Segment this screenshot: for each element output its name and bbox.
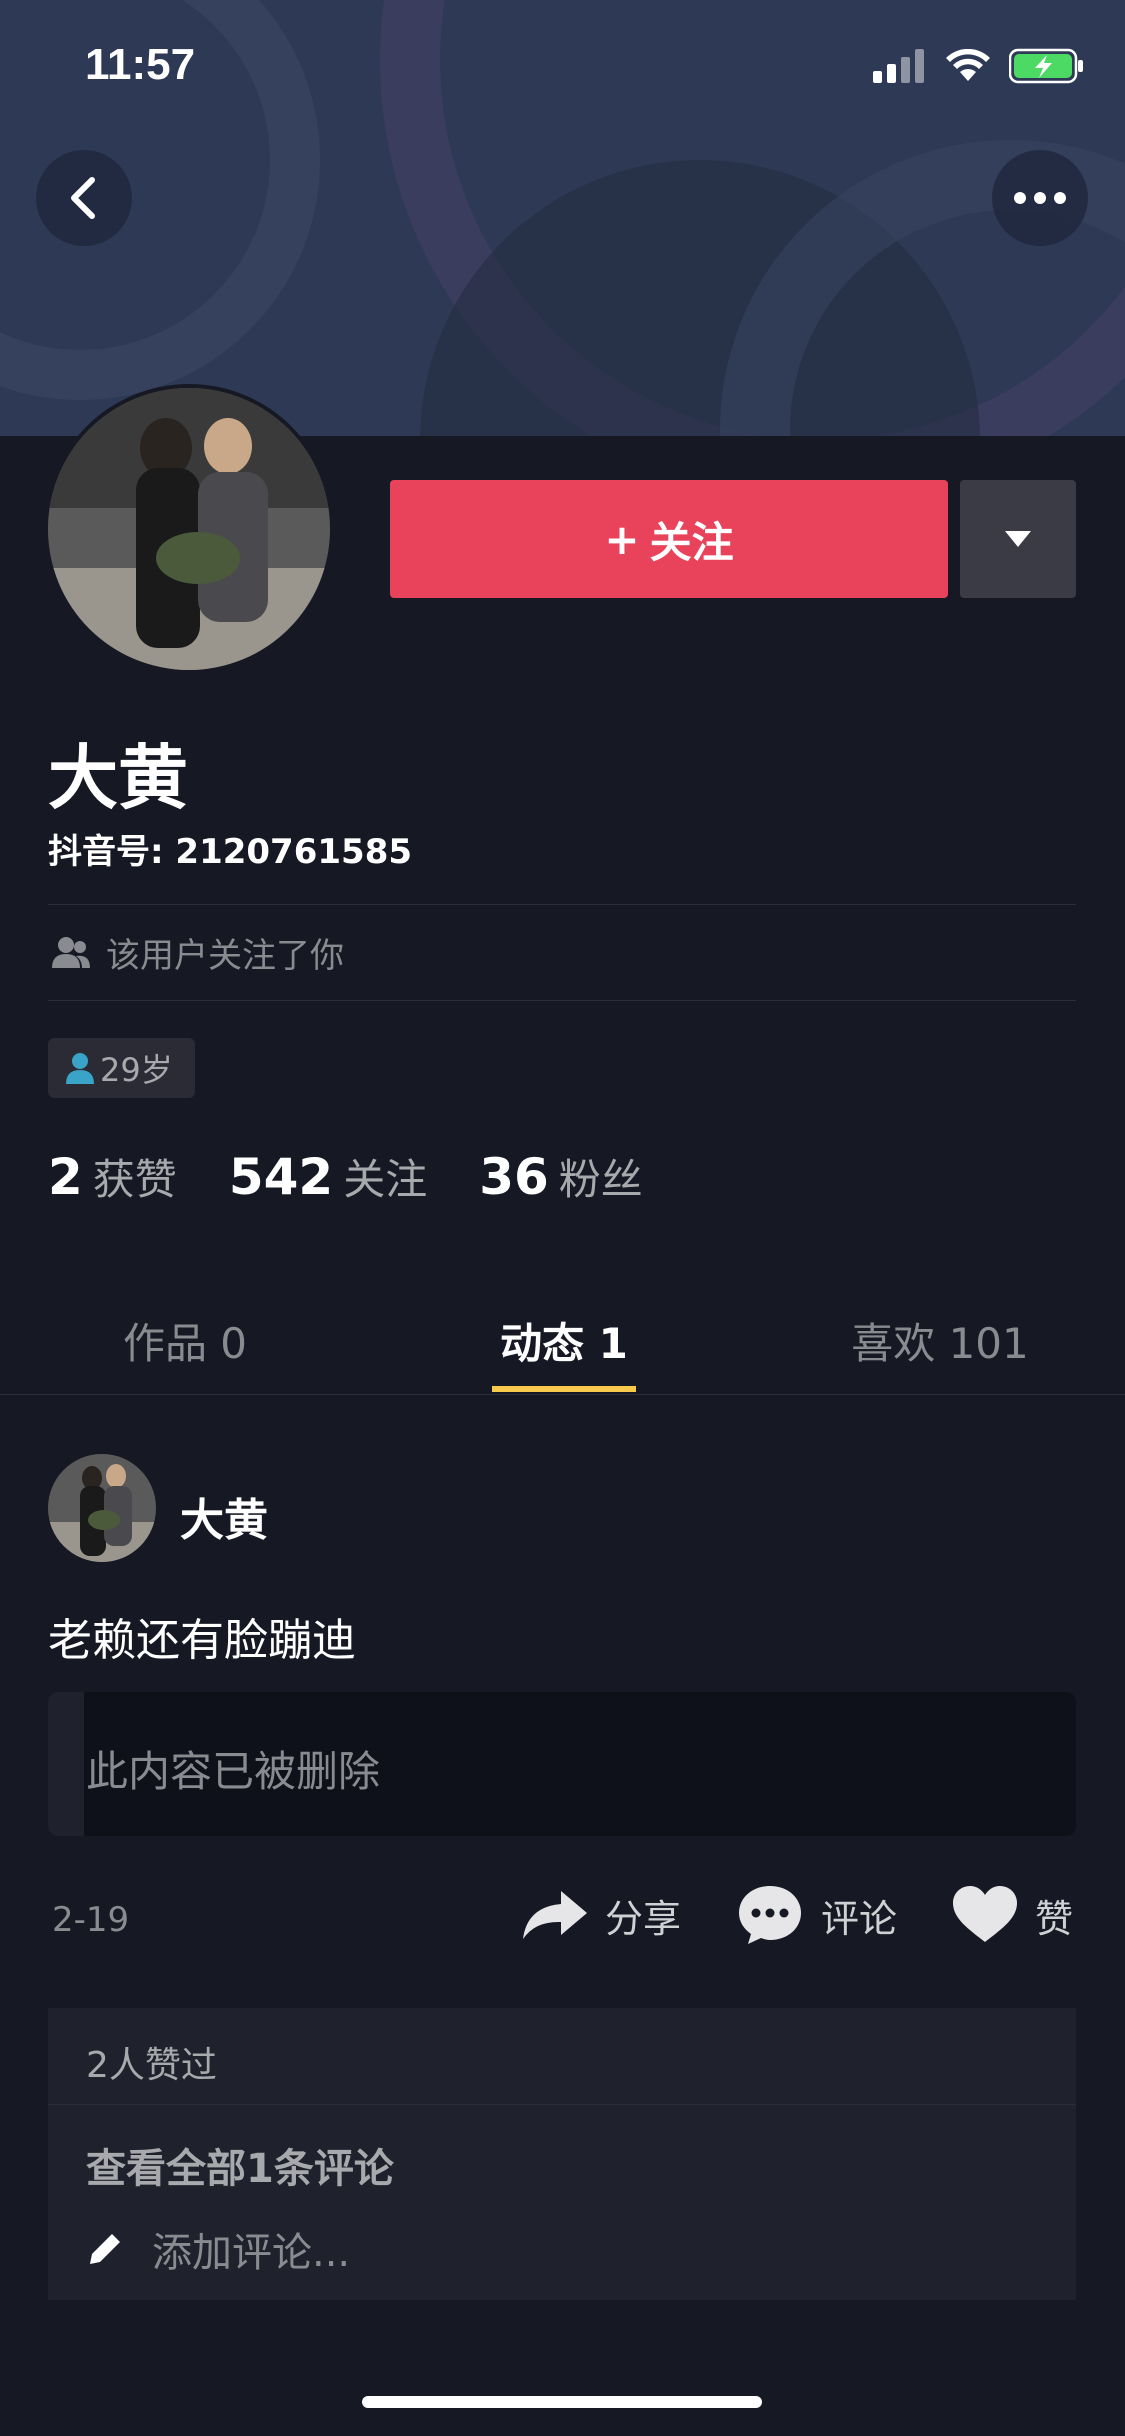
share-button[interactable]: 分享	[522, 1888, 681, 1943]
share-label: 分享	[604, 1896, 681, 1941]
add-comment-placeholder: 添加评论...	[152, 2230, 351, 2276]
avatar-photo	[48, 1454, 156, 1562]
comment-label: 评论	[820, 1896, 897, 1941]
follow-label: 关注	[649, 517, 734, 567]
divider	[0, 1394, 1125, 1395]
comment-button[interactable]: 评论	[737, 1884, 897, 1946]
battery-charging-icon	[1009, 48, 1083, 84]
more-button[interactable]	[992, 150, 1088, 246]
status-time: 11:57	[85, 40, 196, 89]
home-indicator[interactable]	[362, 2396, 762, 2408]
tab-moments[interactable]: 动态 1	[440, 1310, 688, 1371]
like-button[interactable]: 赞	[952, 1886, 1073, 1944]
profile-tabs: 作品 0 动态 1 喜欢 101	[0, 1270, 1125, 1396]
follow-button[interactable]: + 关注	[390, 480, 948, 598]
wifi-icon	[946, 49, 990, 81]
comment-icon	[738, 1886, 801, 1944]
stat-number: 2	[48, 1148, 83, 1206]
deleted-content-box: 此内容已被删除	[48, 1692, 1076, 1836]
deleted-content-text: 此内容已被删除	[86, 1747, 381, 1796]
plus-icon: +	[604, 514, 640, 564]
divider	[48, 1000, 1076, 1001]
person-icon	[66, 1053, 94, 1084]
stat-label: 粉丝	[558, 1155, 643, 1204]
post-date: 2-19	[52, 1900, 130, 1940]
post-text: 老赖还有脸蹦迪	[48, 1615, 356, 1666]
stat-label: 获赞	[92, 1155, 177, 1204]
divider	[48, 2104, 1076, 2105]
stat-following[interactable]: 542 关注	[229, 1146, 427, 1207]
douyin-id: 抖音号: 2120761585	[48, 832, 413, 872]
stat-likes[interactable]: 2 获赞	[48, 1146, 177, 1207]
stats-row: 2 获赞 542 关注 36 粉丝	[48, 1146, 643, 1207]
status-bar: 11:57	[0, 0, 1125, 140]
stat-number: 36	[479, 1148, 549, 1206]
quote-bar	[48, 1692, 84, 1836]
chevron-left-icon	[71, 177, 95, 219]
likes-count[interactable]: 2人赞过	[86, 2036, 217, 2088]
heart-icon	[952, 1886, 1017, 1942]
share-icon	[522, 1891, 587, 1939]
stat-label: 关注	[343, 1155, 428, 1204]
caret-down-icon	[1005, 531, 1031, 547]
divider	[48, 904, 1076, 905]
age-badge: 29岁	[48, 1038, 195, 1098]
post-author-name[interactable]: 大黄	[180, 1484, 268, 1548]
add-comment-field[interactable]: 添加评论...	[86, 2220, 350, 2278]
likes-comments-panel: 2人赞过 查看全部1条评论 添加评论...	[48, 2008, 1076, 2300]
pencil-icon	[90, 2234, 120, 2264]
post-author-avatar[interactable]	[48, 1454, 156, 1562]
recommend-dropdown-button[interactable]	[960, 480, 1076, 598]
active-tab-indicator	[492, 1386, 636, 1392]
follows-you-text: 该用户关注了你	[106, 936, 344, 976]
like-label: 赞	[1034, 1896, 1073, 1941]
tab-likes[interactable]: 喜欢 101	[810, 1310, 1070, 1371]
tab-works[interactable]: 作品 0	[60, 1310, 310, 1371]
profile-avatar[interactable]	[48, 388, 330, 670]
stat-number: 542	[228, 1148, 334, 1206]
age-text: 29岁	[100, 1051, 173, 1089]
more-horizontal-icon	[1014, 192, 1066, 204]
stat-followers[interactable]: 36 粉丝	[479, 1146, 643, 1207]
signal-icon	[873, 49, 924, 83]
follows-you-row: 该用户关注了你	[52, 928, 344, 977]
profile-avatar-frame	[44, 384, 334, 674]
users-icon	[52, 936, 90, 968]
profile-name: 大黄	[48, 737, 188, 819]
avatar-photo	[48, 388, 330, 670]
view-all-comments-link[interactable]: 查看全部1条评论	[86, 2136, 394, 2194]
post-actions: 分享 评论 赞	[522, 1884, 1073, 1946]
back-button[interactable]	[36, 150, 132, 246]
